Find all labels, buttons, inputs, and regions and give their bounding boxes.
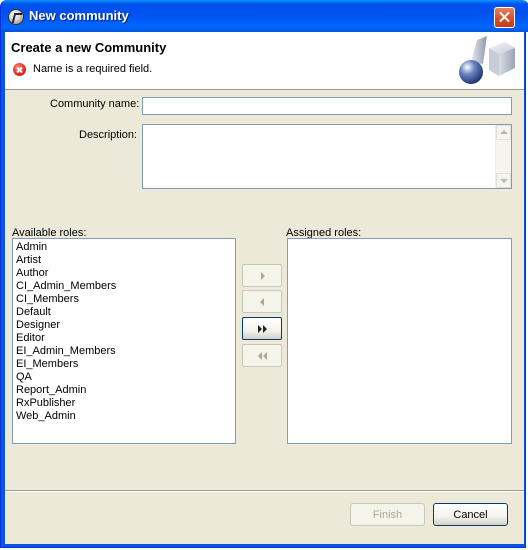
remove-all-roles-button[interactable]: [242, 344, 282, 367]
cube-sphere-wizard-graphic: [459, 36, 515, 84]
error-message: Name is a required field.: [33, 63, 153, 75]
arrow-left-icon: [260, 298, 264, 306]
wizard-header: Create a new Community Name is a require…: [5, 32, 524, 90]
scroll-down-icon[interactable]: [496, 173, 511, 188]
list-item[interactable]: Artist: [16, 254, 235, 267]
list-item[interactable]: CI_Admin_Members: [16, 280, 235, 293]
description-scrollbar[interactable]: [495, 125, 511, 188]
list-item[interactable]: Designer: [16, 319, 235, 332]
wizard-app-icon: [8, 9, 24, 25]
close-icon[interactable]: [494, 7, 515, 28]
list-item[interactable]: Web_Admin: [16, 410, 235, 423]
finish-button[interactable]: Finish: [350, 503, 425, 526]
scroll-up-icon[interactable]: [496, 125, 511, 140]
description-textarea[interactable]: [142, 124, 512, 189]
list-item[interactable]: Admin: [16, 241, 235, 254]
dialog-window: New community Create a new Community Nam…: [0, 0, 528, 548]
list-item[interactable]: Report_Admin: [16, 384, 235, 397]
arrow-right-icon: [261, 272, 265, 280]
community-name-label: Community name:: [50, 98, 140, 110]
list-item[interactable]: QA: [16, 371, 235, 384]
title-bar[interactable]: New community: [1, 0, 528, 32]
remove-role-button[interactable]: [242, 290, 282, 313]
available-roles-list[interactable]: Admin Artist Author CI_Admin_Members CI_Memb…: [12, 238, 236, 444]
list-item[interactable]: Author: [16, 267, 235, 280]
add-all-roles-button[interactable]: [242, 317, 282, 340]
dialog-body: Create a new Community Name is a require…: [5, 32, 524, 544]
footer-divider: [5, 490, 524, 492]
window-title: New community: [29, 8, 129, 23]
page-title: Create a new Community: [11, 40, 167, 55]
error-icon: [13, 63, 26, 76]
cancel-button[interactable]: Cancel: [433, 503, 508, 526]
list-item[interactable]: EI_Members: [16, 358, 235, 371]
description-label: Description:: [79, 129, 138, 141]
assigned-roles-list[interactable]: [287, 238, 512, 444]
list-item[interactable]: CI_Members: [16, 293, 235, 306]
list-item[interactable]: EI_Admin_Members: [16, 345, 235, 358]
list-item[interactable]: Editor: [16, 332, 235, 345]
list-item[interactable]: RxPublisher: [16, 397, 235, 410]
add-role-button[interactable]: [242, 264, 282, 287]
list-item[interactable]: Default: [16, 306, 235, 319]
community-name-input[interactable]: [142, 97, 512, 115]
